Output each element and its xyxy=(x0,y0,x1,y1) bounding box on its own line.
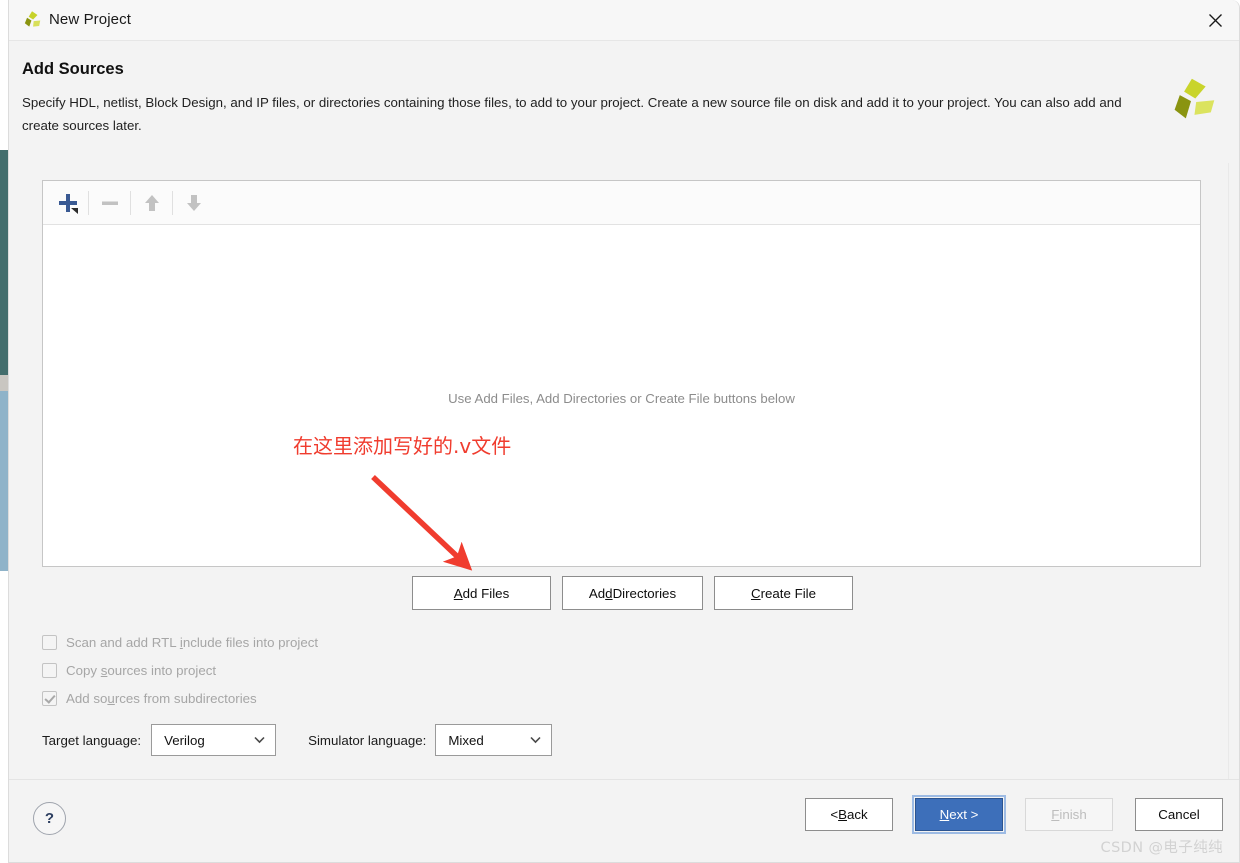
remove-icon xyxy=(89,182,130,224)
titlebar: New Project xyxy=(9,0,1239,41)
add-icon[interactable] xyxy=(47,182,88,224)
watermark: CSDN @电子纯纯 xyxy=(1100,840,1223,856)
window-title: New Project xyxy=(49,11,131,28)
header-area: Add Sources Specify HDL, netlist, Block … xyxy=(9,41,1239,163)
next-button[interactable]: Next > xyxy=(912,795,1006,834)
back-mnemonic: B xyxy=(838,807,847,822)
finish-mnemonic: F xyxy=(1051,807,1060,822)
cancel-label: Cancel xyxy=(1158,807,1200,822)
scan-rtl-include-label: Scan and add RTL include files into proj… xyxy=(66,634,319,650)
target-language-select[interactable]: Verilog xyxy=(151,724,277,756)
add-directories-suffix: Directories xyxy=(612,585,677,601)
back-suffix: ack xyxy=(846,807,868,822)
target-language-value: Verilog xyxy=(164,732,205,748)
create-file-button[interactable]: Create File xyxy=(714,576,853,610)
sources-empty-message: Use Add Files, Add Directories or Create… xyxy=(448,391,795,406)
page-title: Add Sources xyxy=(22,60,124,78)
simulator-language-label: Simulator language: xyxy=(308,732,427,748)
sources-toolbar xyxy=(43,181,1200,225)
scan-rtl-include-checkbox[interactable]: Scan and add RTL include files into proj… xyxy=(42,628,318,656)
simulator-language-select[interactable]: Mixed xyxy=(435,724,553,756)
checkbox-box xyxy=(42,634,57,650)
language-selectors: Target language: Verilog Simulator langu… xyxy=(42,724,553,756)
checkbox-box xyxy=(42,662,57,678)
source-action-buttons: Add Files Ad d Directories Create File xyxy=(412,576,853,610)
question-mark-icon: ? xyxy=(44,810,55,827)
next-suffix: ext > xyxy=(949,807,979,822)
back-button[interactable]: < Back xyxy=(805,798,893,831)
options-area: Scan and add RTL include files into proj… xyxy=(42,628,318,712)
chevron-down-icon xyxy=(530,736,541,744)
copy-sources-checkbox[interactable]: Copy sources into project xyxy=(42,656,318,684)
checkbox-box-checked xyxy=(42,690,57,706)
add-files-button[interactable]: Add Files xyxy=(412,576,551,610)
create-file-suffix: reate File xyxy=(760,585,817,601)
add-directories-mnemonic: d xyxy=(605,585,613,601)
move-up-icon xyxy=(131,182,172,224)
page-description: Specify HDL, netlist, Block Design, and … xyxy=(22,95,1122,133)
sources-panel: Use Add Files, Add Directories or Create… xyxy=(42,180,1201,567)
target-language-label: Target language: xyxy=(42,732,142,748)
xilinx-logo-icon xyxy=(1165,77,1217,127)
add-subdirectories-label: Add sources from subdirectories xyxy=(66,690,257,706)
help-button[interactable]: ? xyxy=(33,802,66,835)
finish-button: Finish xyxy=(1025,798,1113,831)
new-project-dialog: New Project Add Sources Specify HDL, net… xyxy=(8,0,1240,863)
add-files-suffix: dd Files xyxy=(462,585,510,601)
annotation-text: 在这里添加写好的.v文件 xyxy=(293,434,512,458)
add-subdirectories-checkbox[interactable]: Add sources from subdirectories xyxy=(42,684,318,712)
move-down-icon xyxy=(173,182,214,224)
finish-suffix: inish xyxy=(1059,807,1087,822)
add-directories-button[interactable]: Ad d Directories xyxy=(562,576,703,610)
back-prefix: < xyxy=(830,807,839,822)
wizard-navigation-buttons: < Back Next > Finish Cancel xyxy=(805,795,1223,834)
xilinx-logo-icon xyxy=(21,9,43,31)
create-file-mnemonic: C xyxy=(750,585,761,601)
cancel-button[interactable]: Cancel xyxy=(1135,798,1223,831)
add-files-mnemonic: A xyxy=(453,585,463,601)
add-directories-prefix: Ad xyxy=(588,585,606,601)
simulator-language-value: Mixed xyxy=(448,732,484,748)
dialog-footer: ? < Back Next > Finish Cancel xyxy=(9,779,1239,862)
chevron-down-icon xyxy=(254,736,265,744)
close-icon[interactable] xyxy=(1191,0,1239,40)
copy-sources-label: Copy sources into project xyxy=(66,662,217,678)
next-mnemonic: N xyxy=(939,807,950,822)
